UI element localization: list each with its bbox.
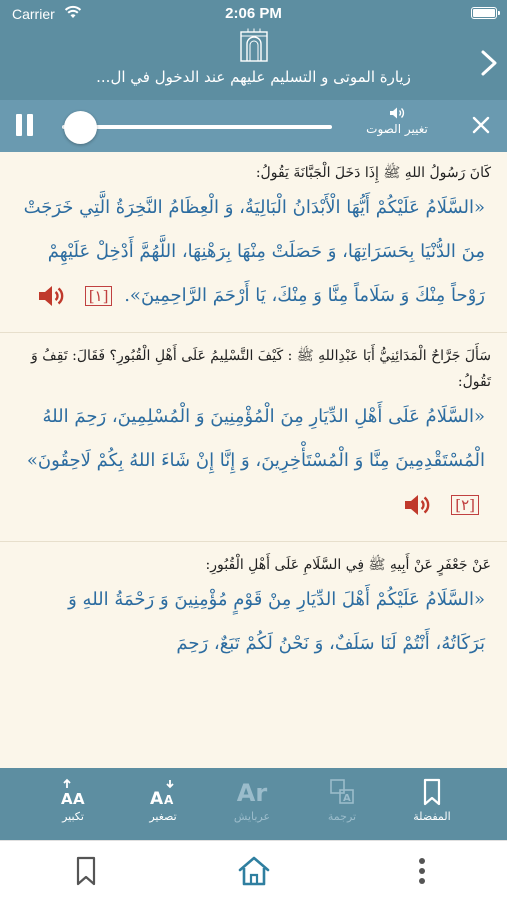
svg-text:A: A	[61, 790, 73, 806]
audio-progress-track[interactable]	[62, 125, 332, 129]
page-title: زيارة الموتى و التسليم عليهم عند الدخول …	[96, 68, 411, 86]
shrine-logo-icon	[240, 28, 268, 62]
font-decrease-icon: A A	[128, 778, 198, 809]
pause-icon-bar-right	[27, 114, 33, 136]
status-time: 2:06 PM	[225, 5, 282, 22]
favorite-button[interactable]: المفضلة	[397, 778, 467, 823]
home-tab-icon[interactable]	[234, 855, 274, 887]
font-increase-icon: A A	[38, 778, 108, 808]
section-divider	[0, 332, 507, 333]
enlarge-text-label: تكبير	[62, 810, 84, 823]
svg-text:A: A	[73, 790, 85, 806]
section-intro: عَنْ جَعْفَرٍ عَنْ أَبِيهِ ﷺ فِي السَّلَ…	[205, 557, 491, 573]
svg-text:A: A	[150, 789, 164, 806]
audio-progress-knob[interactable]	[64, 111, 98, 144]
reader-toolbar: A A تكبير A A تصغير Ar عربايش A ترجمة ال…	[0, 768, 507, 840]
section-3: عَنْ جَعْفَرٍ عَنْ أَبِيهِ ﷺ فِي السَّلَ…	[0, 552, 507, 666]
translation-button[interactable]: A ترجمة	[307, 778, 377, 823]
prayer-content[interactable]: كَانَ رَسُولُ اللهِ ﷺ إِذَا دَخَلَ الْجَ…	[0, 152, 507, 768]
pause-icon-bar-left	[16, 114, 22, 136]
pause-button[interactable]	[14, 114, 36, 138]
favorite-label: المفضلة	[413, 810, 451, 823]
chevron-right-icon[interactable]	[477, 46, 501, 80]
shrink-text-button[interactable]: A A تصغير	[128, 778, 198, 823]
battery-icon	[471, 7, 500, 19]
section-1: كَانَ رَسُولُ اللهِ ﷺ إِذَا دَخَلَ الْجَ…	[0, 160, 507, 318]
enlarge-text-button[interactable]: A A تكبير	[38, 778, 108, 823]
bookmarks-tab-icon[interactable]	[66, 855, 106, 887]
svg-text:A: A	[343, 793, 351, 804]
section-prayer: «السَّلَامُ عَلَيْكُمْ أَيُّهَا الْأَبْد…	[0, 186, 507, 318]
prayer-text: «السَّلَامُ عَلَيْكُمْ أَهْلَ الدِّيَارِ…	[68, 589, 485, 654]
status-bar: Carrier 2:06 PM	[0, 0, 507, 26]
volume-button[interactable]: تغيير الصوت	[352, 106, 442, 136]
prayer-text: «السَّلَامُ عَلَى أَهْلِ الدِّيَارِ مِنَ…	[26, 406, 485, 471]
arabic-font-icon: Ar	[236, 779, 268, 807]
speaker-icon	[390, 107, 405, 119]
section-prayer: «السَّلَامُ عَلَيْكُمْ أَهْلَ الدِّيَارِ…	[0, 578, 507, 666]
section-intro: كَانَ رَسُولُ اللهِ ﷺ إِذَا دَخَلَ الْجَ…	[255, 165, 491, 181]
arabic-font-button[interactable]: Ar عربايش	[217, 778, 287, 823]
arabic-font-label: عربايش	[233, 810, 271, 823]
tab-bar	[0, 840, 507, 900]
audio-player-bar: تغيير الصوت	[0, 100, 507, 152]
play-audio-icon[interactable]	[37, 284, 67, 308]
play-audio-icon[interactable]	[403, 493, 433, 517]
close-icon[interactable]	[471, 115, 491, 135]
translate-icon: A	[307, 778, 377, 808]
reference-marker[interactable]: [٢]	[451, 495, 479, 515]
section-divider	[0, 541, 507, 542]
volume-label: تغيير الصوت	[366, 122, 428, 136]
reference-marker[interactable]: [١]	[84, 286, 113, 306]
svg-text:A: A	[164, 793, 174, 806]
bookmark-icon	[397, 778, 467, 808]
more-options-icon[interactable]	[402, 855, 442, 887]
section-2: سَأَلَ جَرَّاحٌ الْمَدَائِنِيُّ أَبَا عَ…	[0, 343, 507, 527]
translation-label: ترجمة	[327, 810, 357, 823]
shrink-text-label: تصغير	[149, 810, 177, 823]
section-intro: سَأَلَ جَرَّاحٌ الْمَدَائِنِيُّ أَبَا عَ…	[31, 348, 491, 390]
header: Carrier 2:06 PM زيارة الموتى و التسليم ع…	[0, 0, 507, 100]
section-prayer: «السَّلَامُ عَلَى أَهْلِ الدِّيَارِ مِنَ…	[0, 395, 507, 527]
